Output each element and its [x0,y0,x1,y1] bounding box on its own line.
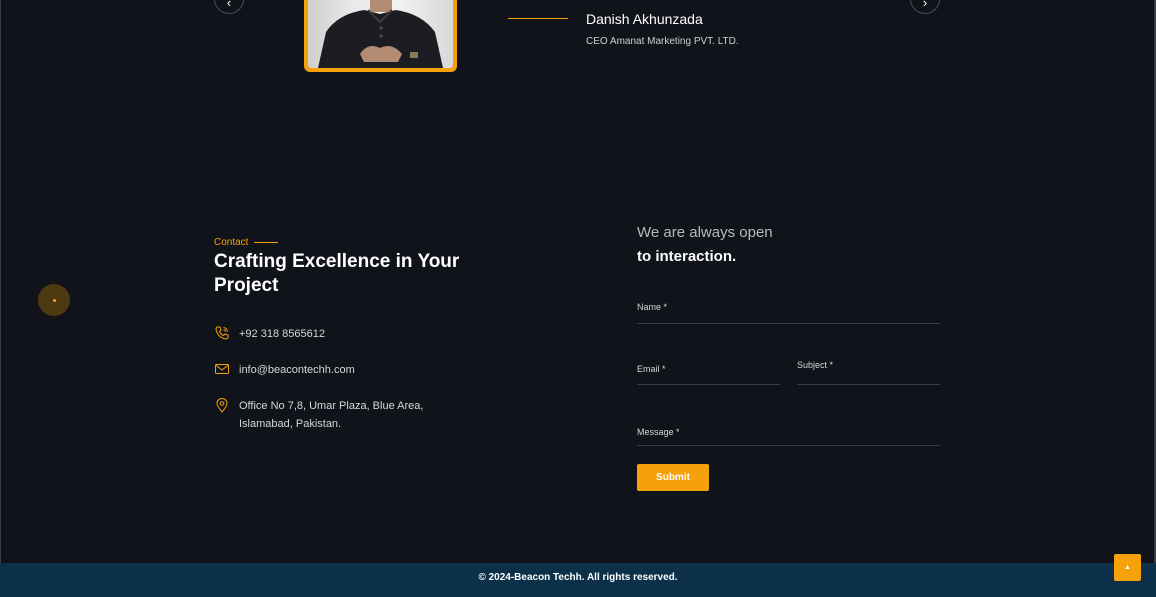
form-heading-line2: to interaction. [637,248,737,265]
testimonial-author-role: CEO Amanat Marketing PVT. LTD. [586,36,739,47]
chevron-right-icon: › [922,0,928,10]
contact-section-tag: Contact [214,237,279,248]
contact-tag-label: Contact [214,237,249,248]
contact-address-row: Office No 7,8, Umar Plaza, Blue Area, Is… [214,397,449,433]
floating-cursor-dot [38,284,70,316]
mail-icon [215,364,229,374]
dot-icon [52,298,56,302]
contact-phone-row[interactable]: +92 318 8565612 [214,325,449,343]
subject-field-label: Subject * [797,360,834,370]
email-field-label: Email * [637,364,666,374]
location-pin-icon [216,398,228,413]
testimonial-next-button[interactable]: › [910,0,940,14]
testimonial-prev-button[interactable]: ‹ [214,0,244,14]
submit-button[interactable]: Submit [637,464,709,491]
footer-copyright: © 2024-Beacon Techh. All rights reserved… [478,572,678,583]
subject-field[interactable]: Subject * [797,354,940,385]
scroll-to-top-button[interactable]: ▲ [1114,554,1141,581]
chevron-left-icon: ‹ [226,0,232,10]
testimonial-accent-line [508,18,568,19]
name-field[interactable]: Name * [637,296,940,324]
contact-phone: +92 318 8565612 [239,328,325,340]
form-heading-line1: We are always open [637,224,773,241]
person-photo-image [308,0,453,68]
message-field[interactable]: Message * [637,421,940,446]
testimonial-photo [304,0,457,72]
contact-address: Office No 7,8, Umar Plaza, Blue Area, Is… [239,400,424,430]
email-field[interactable]: Email * [637,358,780,385]
tag-divider-line [254,242,279,243]
message-field-label: Message * [637,427,680,437]
contact-email: info@beacontechh.com [239,364,355,376]
footer: © 2024-Beacon Techh. All rights reserved… [0,563,1156,597]
testimonial-author-name: Danish Akhunzada [586,11,703,27]
phone-icon [215,326,229,340]
contact-email-row[interactable]: info@beacontechh.com [214,361,449,379]
arrow-up-icon: ▲ [1124,564,1131,571]
contact-title: Crafting Excellence in Your Project [214,251,460,296]
page-border-left [0,0,1,563]
name-field-label: Name * [637,302,668,312]
